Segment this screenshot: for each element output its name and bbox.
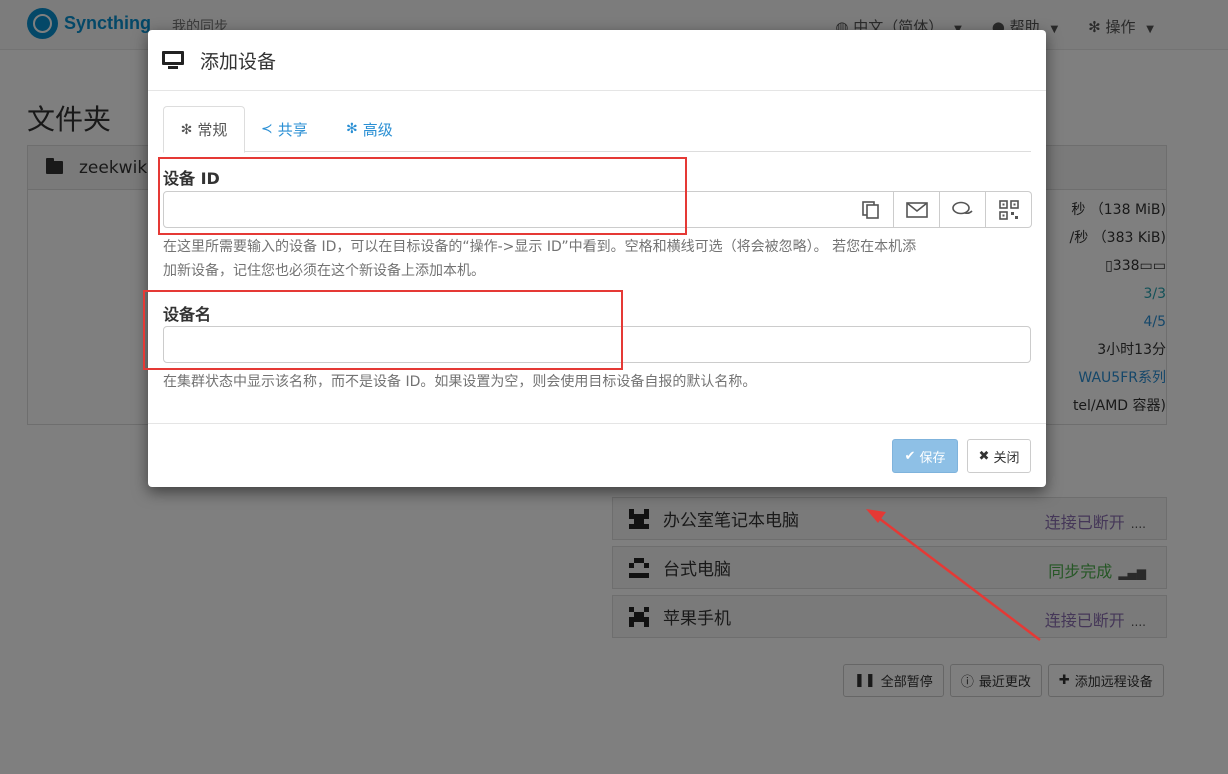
annotation-arrow-icon (866, 509, 1041, 641)
